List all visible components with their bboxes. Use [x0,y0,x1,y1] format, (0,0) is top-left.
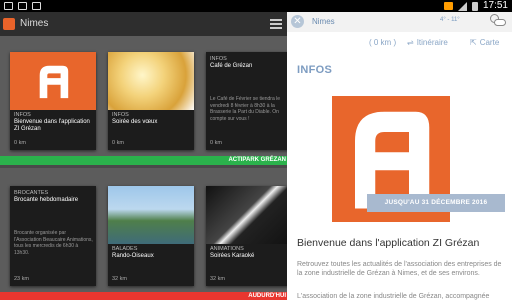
download-icon [32,2,41,10]
battery-icon [471,1,478,11]
app-title: Nimes [20,18,49,29]
menu-icon[interactable] [270,19,282,29]
distance-label: ( 0 km ) [369,38,397,47]
clock: 17:51 [482,0,508,11]
card-cafe-grezan[interactable]: INFOS Café de Grézan Le Café de Février … [206,52,292,150]
card-distance: 0 km [112,140,124,146]
itinerary-label: Itinéraire [416,38,448,47]
card-category: ANIMATIONS [210,246,244,252]
card-distance: 32 km [210,276,225,282]
logo-a-icon [39,65,69,99]
band-label: AUDURD'HUI [248,293,286,299]
weather-icon [490,14,506,28]
champagne-image [108,52,194,110]
card-category: BROCANTES [14,190,49,196]
card-welcome[interactable]: INFOS Bienvenue dans l'application ZI Gr… [10,52,96,150]
card-title: Café de Grézan [210,63,253,69]
card-category: INFOS [210,56,227,62]
category-band-actipark[interactable]: ACTIPARK GRÉZAN [0,156,288,165]
panel-city: Nimes [312,17,335,26]
temperature: 4° - 11° [440,17,460,23]
card-description: Brocante organisée par l'Association Bea… [14,230,93,256]
panel-description-2: L'association de la zone industrielle de… [297,293,490,300]
band-label: ACTIPARK GRÉZAN [228,157,286,163]
card-title: Rando-Oiseaux [112,253,154,259]
card-category: INFOS [14,112,31,118]
zi-grezan-logo [10,52,96,110]
card-title: Soirée des vœux [112,119,158,125]
app-notification-icon [443,2,453,10]
mail-icon [18,2,27,10]
card-brocante[interactable]: BROCANTES Brocante hebdomadaire Brocante… [10,186,96,286]
app-logo[interactable] [3,18,15,30]
card-distance: 0 km [14,140,26,146]
card-description: Le Café de Février se tiendra le vendred… [210,96,281,122]
app-bar: Nimes [0,12,288,36]
panel-description: Retrouvez toutes les actualités de l'ass… [297,261,502,277]
card-distance: 32 km [112,276,127,282]
signal-icon [457,1,467,11]
close-icon[interactable]: ✕ [291,15,304,28]
usb-icon [4,2,13,10]
panel-category: INFOS [297,64,333,76]
status-bar: 17:51 [0,0,512,12]
card-distance: 0 km [210,140,222,146]
card-rando-oiseaux[interactable]: BALADES Rando-Oiseaux 32 km [108,186,194,286]
card-category: INFOS [112,112,129,118]
panel-header: ✕ Nimes 4° - 11° [287,12,512,32]
card-title: Soirées Karaoké [210,253,255,259]
card-distance: 23 km [14,276,29,282]
date-banner: JUSQU'AU 31 DÉCEMBRE 2016 [367,194,505,212]
panel-title: Bienvenue dans l'application ZI Grézan [297,237,480,249]
card-soiree-voeux[interactable]: INFOS Soirée des vœux 0 km [108,52,194,150]
category-band-aujourdhui[interactable]: AUDURD'HUI [0,292,288,300]
map-button[interactable]: ⇱ Carte [470,36,499,50]
map-icon: ⇱ [470,38,477,47]
map-label: Carte [479,38,500,47]
card-category: BALADES [112,246,138,252]
detail-panel: ✕ Nimes 4° - 11° ( 0 km ) ⇌ Itinéraire ⇱ C… [287,12,512,300]
route-icon: ⇌ [407,38,414,47]
itinerary-button[interactable]: ⇌ Itinéraire [407,36,448,50]
card-title: Bienvenue dans l'application ZI Grézan [14,119,90,132]
boat-image [108,186,194,244]
card-title: Brocante hebdomadaire [14,197,79,203]
card-karaoke[interactable]: ANIMATIONS Soirées Karaoké 32 km [206,186,292,286]
microphone-image [206,186,292,244]
